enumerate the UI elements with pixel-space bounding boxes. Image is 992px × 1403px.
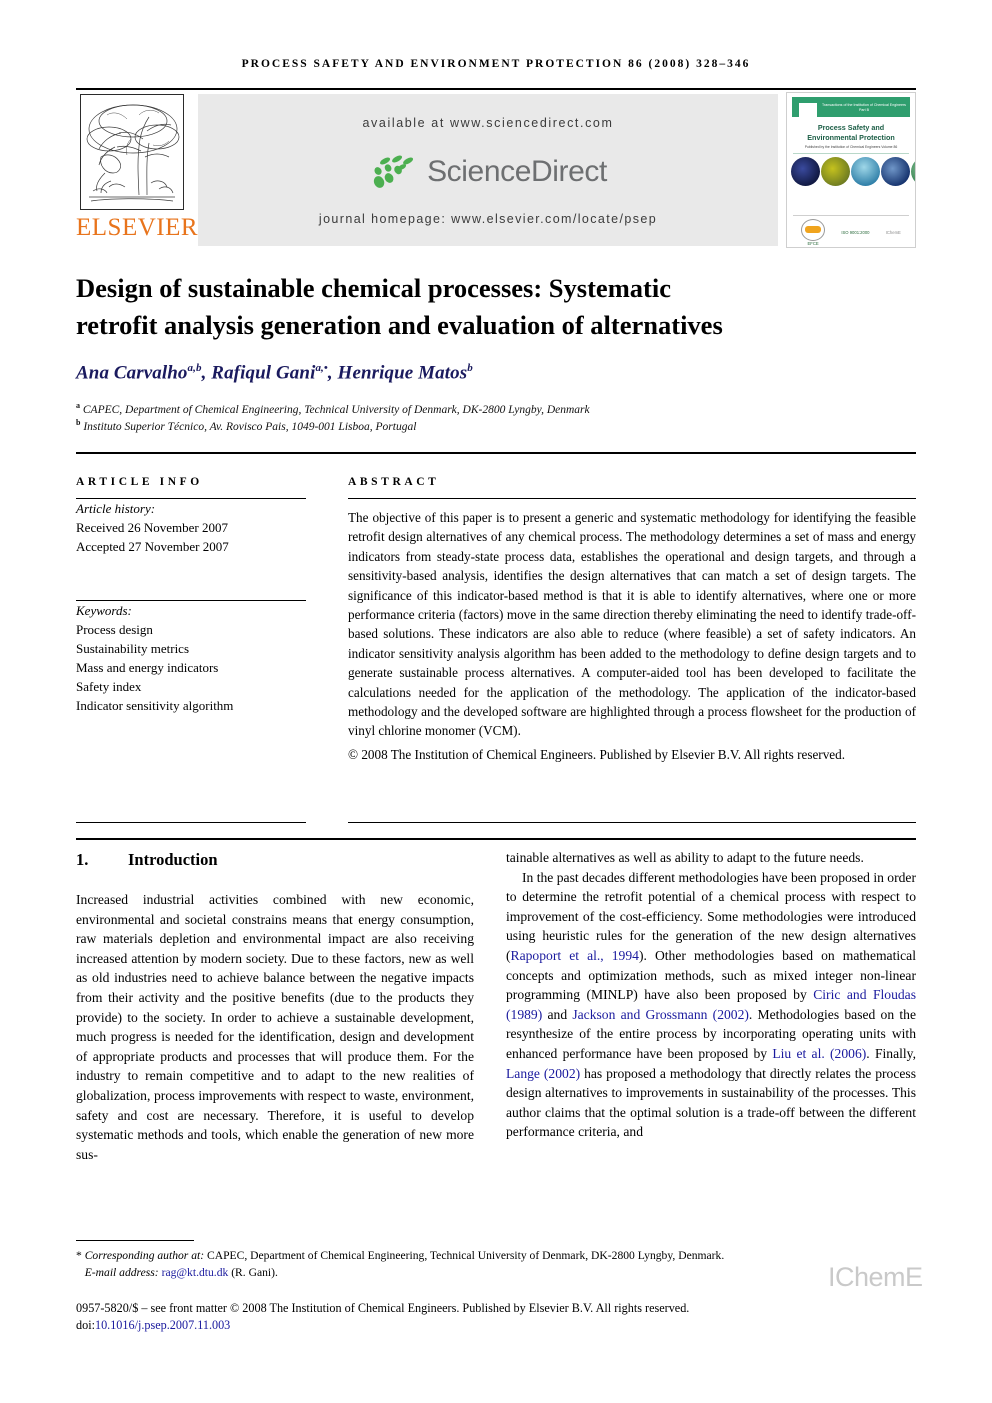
article-history-label: Article history: <box>76 501 156 516</box>
abstract-column: abstract The objective of this paper is … <box>348 476 916 764</box>
cover-title-line1: Process Safety and <box>817 123 885 132</box>
keyword-item: Sustainability metrics <box>76 641 190 656</box>
body-column-right: tainable alternatives as well as ability… <box>506 848 916 1142</box>
cover-title-line2: Environmental Protection <box>807 132 895 142</box>
author-list: Ana Carvalhoa,b, Rafiqul Gania,•, Henriq… <box>76 362 473 384</box>
cover-circle-1 <box>791 157 820 186</box>
article-accepted: Accepted 27 November 2007 <box>76 539 229 554</box>
cover-subtitle: Published by the Institution of Chemical… <box>804 145 898 149</box>
abstract-copyright: © 2008 The Institution of Chemical Engin… <box>348 746 846 762</box>
citation-rapoport[interactable]: Rapoport et al., 1994 <box>511 948 639 963</box>
footnote-block: * Corresponding author at: CAPEC, Depart… <box>76 1248 836 1281</box>
section-heading: 1. Introduction <box>76 850 476 870</box>
doi-label: doi: <box>76 1318 95 1332</box>
citation-jackson-grossmann[interactable]: Jackson and Grossmann (2002) <box>572 1007 749 1022</box>
body-text-c: and <box>542 1006 573 1022</box>
citation-lange[interactable]: Lange (2002) <box>506 1066 580 1081</box>
keyword-item: Safety index <box>76 679 142 694</box>
info-bottom-rule <box>76 822 306 823</box>
cover-title: Process Safety and Environmental Protect… <box>793 123 909 142</box>
cover-banner: Transactions of the Institution of Chemi… <box>792 97 910 119</box>
icheme-watermark: IChemE <box>828 1262 923 1292</box>
affiliation-b: b Instituto Superior Técnico, Av. Rovisc… <box>76 415 906 435</box>
available-at-text: available at www.sciencedirect.com <box>362 116 614 130</box>
footnote-rule <box>76 1240 194 1241</box>
iso-badge-label: ISO 9001:2000 <box>841 230 870 235</box>
efce-badge-icon <box>801 219 826 241</box>
title-line-1: Design of sustainable chemical processes… <box>76 273 671 303</box>
affiliation-a-marker: a <box>76 401 80 410</box>
efce-badge: EFCE <box>801 219 826 247</box>
article-received: Received 26 November 2007 <box>76 520 228 535</box>
cover-banner-text: Transactions of the Institution of Chemi… <box>822 103 906 112</box>
abstract-bottom-rule <box>348 822 916 823</box>
keyword-item: Process design <box>76 622 153 637</box>
article-info-column: article info Article history: Received 2… <box>76 476 306 715</box>
body-column-left: Increased industrial activities combined… <box>76 892 474 1162</box>
keyword-item: Mass and energy indicators <box>76 660 219 675</box>
keywords-label: Keywords: <box>76 603 132 618</box>
cover-circle-4 <box>881 157 910 186</box>
elsevier-wordmark: ELSEVIER <box>76 214 199 241</box>
email-link[interactable]: rag@kt.dtu.dk <box>162 1266 229 1279</box>
abstract-text: The objective of this paper is to presen… <box>348 510 916 739</box>
body-paragraph-1: tainable alternatives as well as ability… <box>506 850 864 865</box>
journal-homepage-text: journal homepage: www.elsevier.com/locat… <box>318 212 658 226</box>
sciencedirect-logo: ScienceDirect <box>198 152 778 200</box>
efce-badge-label: EFCE <box>807 241 819 246</box>
affiliation-b-marker: b <box>76 418 81 427</box>
issn-line: 0957-5820/$ – see front matter © 2008 Th… <box>76 1301 690 1315</box>
title-line-2: retrofit analysis generation and evaluat… <box>76 310 723 340</box>
paper-page: process safety and environment protectio… <box>0 0 992 1403</box>
corresponding-label: Corresponding author at: <box>84 1249 205 1262</box>
affiliation-b-text: Instituto Superior Técnico, Av. Rovisco … <box>83 420 417 433</box>
cover-divider-bottom <box>793 215 909 216</box>
cover-footer-badges: EFCE ISO 9001:2000 IChemE <box>793 219 909 247</box>
icheme-small-logo-icon <box>799 103 817 119</box>
keywords-block: Keywords: Process design Sustainability … <box>76 601 306 715</box>
doi-link[interactable]: 10.1016/j.psep.2007.11.003 <box>95 1318 230 1332</box>
elsevier-tree-icon <box>80 94 184 210</box>
issn-doi-block: 0957-5820/$ – see front matter © 2008 Th… <box>76 1300 836 1334</box>
email-suffix: (R. Gani). <box>228 1265 278 1279</box>
journal-cover-thumbnail: Transactions of the Institution of Chemi… <box>786 92 916 248</box>
cover-circle-2 <box>821 157 850 186</box>
doi-line: doi:10.1016/j.psep.2007.11.003 <box>76 1317 836 1334</box>
header-top-rule <box>76 88 916 90</box>
elsevier-logo: ELSEVIER <box>76 92 199 248</box>
corresponding-marker: * <box>76 1249 82 1262</box>
corresponding-text: CAPEC, Department of Chemical Engineerin… <box>204 1249 725 1262</box>
page-title: Design of sustainable chemical processes… <box>76 270 906 344</box>
cover-divider-top <box>793 153 909 154</box>
body-top-rule <box>76 838 916 840</box>
cover-circle-5 <box>911 157 915 186</box>
section-title: Introduction <box>128 850 218 869</box>
sciencedirect-band: available at www.sciencedirect.com Scien… <box>198 94 778 246</box>
body-paragraph-2: In the past decades different methodolog… <box>506 868 916 1142</box>
abstract-heading: abstract <box>348 476 440 488</box>
authors-bottom-rule <box>76 452 916 454</box>
tree-illustration-svg <box>81 95 183 209</box>
abstract-rule <box>348 498 916 499</box>
keyword-item: Indicator sensitivity algorithm <box>76 698 234 713</box>
icheme-badge-label: IChemE <box>885 230 901 235</box>
cover-image-strip <box>791 157 915 187</box>
running-head: process safety and environment protectio… <box>241 58 751 70</box>
cover-circle-3 <box>851 157 880 186</box>
article-info-heading: article info <box>76 476 203 488</box>
article-history-block: Article history: Received 26 November 20… <box>76 499 306 556</box>
sciencedirect-leaf-icon <box>373 155 414 188</box>
sciencedirect-wordmark: ScienceDirect <box>427 155 607 188</box>
journal-header-band: ELSEVIER available at www.sciencedirect.… <box>76 92 916 248</box>
citation-liu[interactable]: Liu et al. (2006) <box>772 1046 866 1061</box>
body-text-e: . Finally, <box>866 1045 916 1061</box>
section-number: 1. <box>76 850 89 869</box>
email-label: E-mail address: <box>84 1265 159 1279</box>
